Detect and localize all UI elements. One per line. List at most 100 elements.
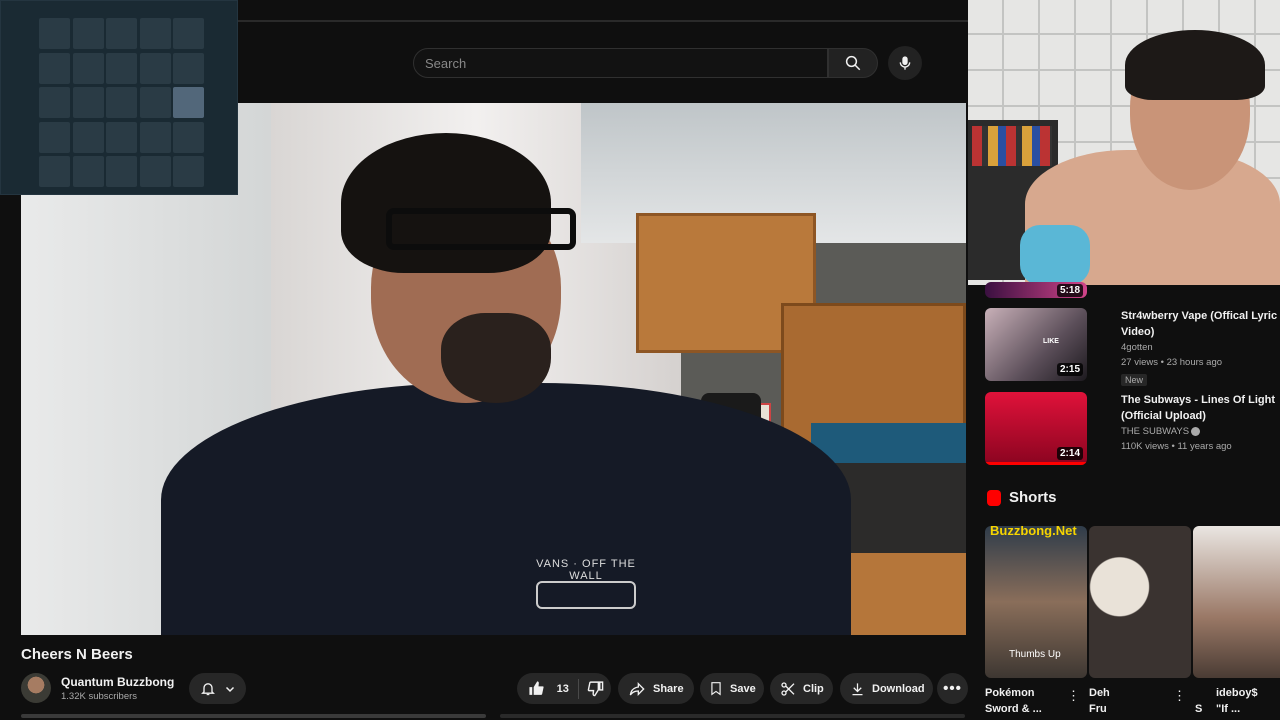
grid-cell[interactable] bbox=[72, 52, 104, 84]
thumbnail-text: LIKE bbox=[1043, 338, 1059, 345]
grid-cell[interactable] bbox=[72, 87, 104, 118]
grid-cell[interactable] bbox=[72, 156, 104, 187]
short-thumb-caption: Thumbs Up bbox=[1009, 649, 1061, 660]
duration-badge: 2:14 bbox=[1056, 447, 1083, 460]
webcam-person-hair bbox=[1125, 30, 1265, 100]
video-title[interactable]: Str4wberry Vape (Offical Lyric Video) bbox=[1121, 308, 1280, 340]
video-meta: 110K views • 11 years ago bbox=[1121, 441, 1232, 452]
short-title[interactable]: Pokémon Sword & ... bbox=[985, 685, 1042, 717]
webcam-person-shirt bbox=[1020, 225, 1090, 285]
watch-progress-bar bbox=[985, 462, 1087, 465]
short-title-line: Pokémon bbox=[985, 687, 1035, 699]
voice-search-button[interactable] bbox=[888, 46, 922, 80]
duration-badge: 2:15 bbox=[1056, 363, 1083, 376]
clip-label: Clip bbox=[803, 682, 824, 695]
save-label: Save bbox=[730, 682, 756, 695]
avatar[interactable] bbox=[21, 673, 51, 703]
share-button[interactable]: Share bbox=[618, 673, 694, 704]
list-item[interactable]: LIKE 2:15 Str4wberry Vape (Offical Lyric… bbox=[985, 308, 1277, 386]
page: VANS · OFF THE WALL 5:18 LIKE 2:15 Str4w… bbox=[0, 0, 1280, 720]
dislike-button[interactable] bbox=[579, 680, 611, 697]
microphone-icon bbox=[899, 56, 911, 70]
grid-cell[interactable] bbox=[173, 52, 204, 84]
grid-cell[interactable] bbox=[139, 18, 171, 49]
video-thumbnail[interactable]: 5:18 bbox=[985, 282, 1087, 298]
shorts-icon bbox=[987, 489, 1001, 506]
video-frame-shirt-text: VANS · OFF THE WALL bbox=[536, 558, 636, 582]
search-box[interactable] bbox=[413, 48, 828, 78]
channel-name[interactable]: THE SUBWAYS bbox=[1121, 426, 1189, 437]
short-title-partial: S bbox=[1195, 703, 1203, 715]
short-thumbnail[interactable] bbox=[1193, 526, 1280, 678]
bell-icon bbox=[200, 683, 215, 696]
grid-cell[interactable] bbox=[39, 18, 70, 49]
new-badge: New bbox=[1121, 374, 1148, 386]
save-button[interactable]: Save bbox=[700, 673, 764, 704]
channel-name-row[interactable]: THE SUBWAYS bbox=[1121, 424, 1280, 439]
masthead-divider bbox=[238, 20, 968, 22]
video-title: Cheers N Beers bbox=[21, 646, 133, 663]
like-button[interactable] bbox=[517, 680, 557, 697]
short-thumbnail[interactable]: Buzzbong.Net Thumbs Up bbox=[985, 526, 1087, 678]
more-actions-button[interactable]: ••• bbox=[937, 673, 968, 704]
video-thumbnail[interactable]: 2:14 bbox=[985, 392, 1087, 465]
channel-name[interactable]: Quantum Buzzbong bbox=[61, 675, 174, 689]
grid-cell[interactable] bbox=[39, 52, 70, 84]
video-meta: 27 views • 23 hours ago bbox=[1121, 357, 1223, 368]
grid-cell[interactable] bbox=[106, 156, 137, 187]
video-frame-person-hair bbox=[341, 133, 551, 273]
like-dislike-group: 13 bbox=[517, 673, 611, 704]
grid-cell[interactable] bbox=[39, 156, 70, 187]
download-button[interactable]: Download bbox=[840, 673, 933, 704]
grid-cell[interactable] bbox=[139, 121, 171, 153]
channel-name[interactable]: 4gotten bbox=[1121, 340, 1280, 355]
like-count: 13 bbox=[556, 682, 569, 695]
list-item[interactable]: 5:18 bbox=[985, 282, 1275, 300]
grid-cell[interactable] bbox=[72, 121, 104, 153]
more-options-icon[interactable]: ⋮ bbox=[1067, 688, 1080, 704]
grid-cell[interactable] bbox=[139, 87, 171, 118]
scissors-icon bbox=[781, 681, 795, 696]
subscriber-count: 1.32K subscribers bbox=[61, 691, 138, 702]
grid-cell[interactable] bbox=[139, 156, 171, 187]
short-title-line: ideboy$ bbox=[1216, 687, 1258, 699]
grid-cell[interactable] bbox=[39, 121, 70, 153]
clip-button[interactable]: Clip bbox=[770, 673, 833, 704]
short-title[interactable]: Deh Fru bbox=[1089, 685, 1110, 717]
grid-cell[interactable] bbox=[39, 87, 70, 118]
grid-cell[interactable] bbox=[173, 87, 204, 118]
verified-icon bbox=[1191, 426, 1201, 436]
grid-cell[interactable] bbox=[173, 156, 204, 187]
short-thumbnail[interactable] bbox=[1089, 526, 1191, 678]
video-frame-person-beard bbox=[441, 313, 551, 403]
short-title-line: Sword & ... bbox=[985, 703, 1042, 715]
short-title[interactable]: ideboy$ "If ... bbox=[1216, 685, 1258, 717]
video-frame-person-shirt bbox=[161, 383, 851, 635]
grid-cell[interactable] bbox=[173, 121, 204, 153]
video-frame-shirt-graphic bbox=[536, 581, 636, 609]
shorts-header: Shorts bbox=[987, 489, 1057, 506]
search-input[interactable] bbox=[414, 49, 827, 77]
grid-cell[interactable] bbox=[106, 18, 137, 49]
video-thumbnail[interactable]: LIKE 2:15 bbox=[985, 308, 1087, 381]
notification-button[interactable] bbox=[189, 673, 246, 704]
share-icon bbox=[629, 681, 645, 696]
short-thumb-text: Buzzbong.Net bbox=[990, 526, 1077, 538]
video-title[interactable]: The Subways - Lines Of Light (Official U… bbox=[1121, 392, 1280, 424]
search-button[interactable] bbox=[828, 48, 878, 78]
grid-cell[interactable] bbox=[106, 121, 137, 153]
thumbs-down-icon bbox=[587, 681, 603, 697]
list-item[interactable]: 2:14 The Subways - Lines Of Light (Offic… bbox=[985, 392, 1275, 467]
grid-cell[interactable] bbox=[72, 18, 104, 49]
more-options-icon[interactable]: ⋮ bbox=[1173, 688, 1186, 704]
grid-cell[interactable] bbox=[106, 87, 137, 118]
download-label: Download bbox=[872, 682, 925, 695]
thumbs-up-icon bbox=[529, 681, 544, 695]
horizontal-scrollbar[interactable] bbox=[21, 714, 486, 718]
horizontal-scrollbar[interactable] bbox=[500, 714, 965, 718]
download-icon bbox=[852, 682, 863, 695]
webcam-shelf-items bbox=[972, 126, 1052, 166]
grid-cell[interactable] bbox=[106, 52, 137, 84]
grid-cell[interactable] bbox=[139, 52, 171, 84]
grid-cell[interactable] bbox=[173, 18, 204, 49]
